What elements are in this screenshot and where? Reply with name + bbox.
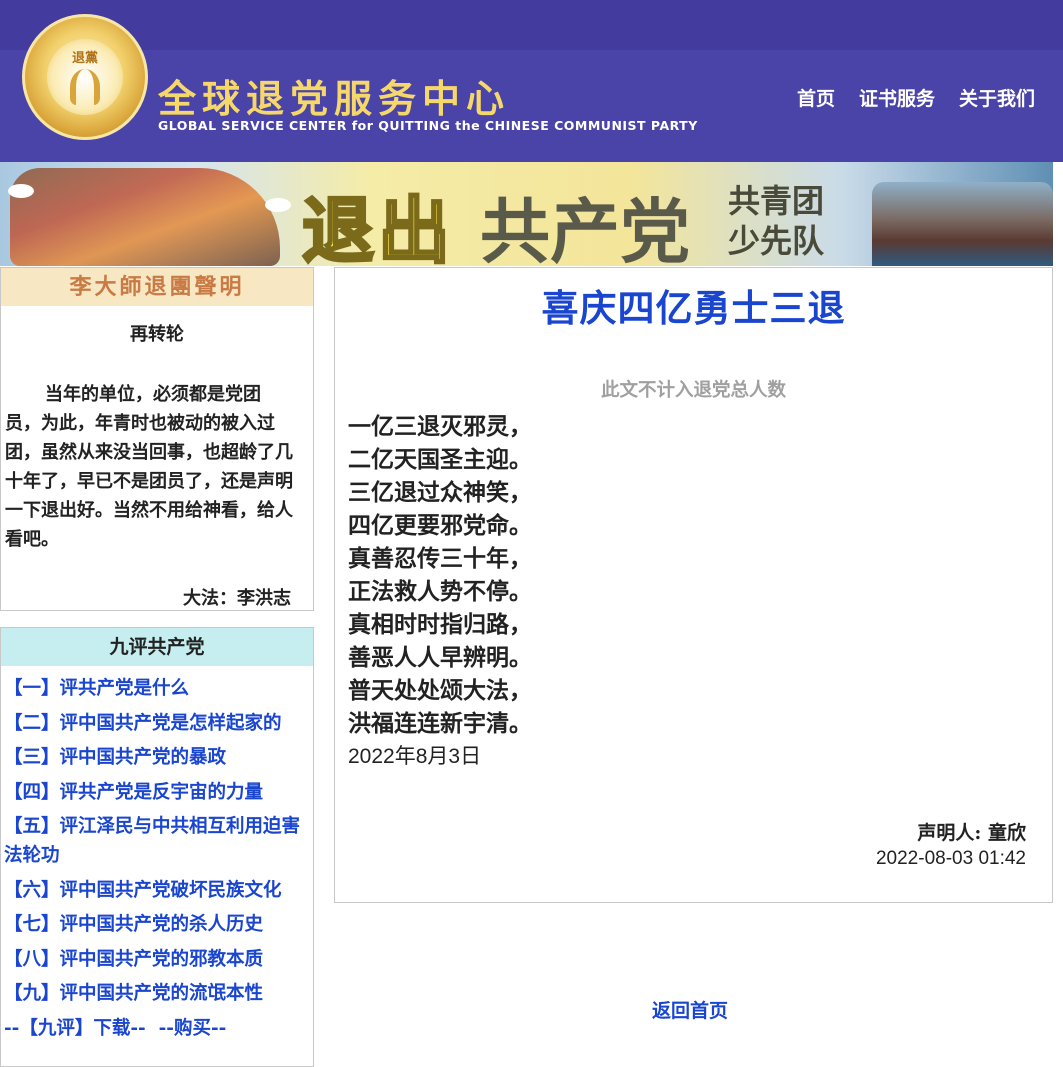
poem-line: 三亿退过众神笑，: [348, 479, 532, 506]
article-note: 此文不计入退党总人数: [600, 380, 786, 401]
article-poem: 一亿三退灭邪灵， 二亿天国圣主迎。 三亿退过众神笑， 四亿更要邪党命。 真善忍传…: [335, 410, 1052, 773]
poem-line: 真善忍传三十年，: [348, 545, 532, 572]
commentary-link-2[interactable]: 【二】评中国共产党是怎样起家的: [4, 709, 309, 738]
article-panel: 喜庆四亿勇士三退 此文不计入退党总人数 一亿三退灭邪灵， 二亿天国圣主迎。 三亿…: [334, 267, 1053, 903]
nav-home-link[interactable]: 首页: [797, 84, 835, 111]
poem-line: 洪福连连新宇清。: [348, 710, 532, 737]
banner-text-pioneers: 少先队: [728, 222, 825, 260]
nine-commentaries-list: 【一】评共产党是什么 【二】评中国共产党是怎样起家的 【三】评中国共产党的暴政 …: [1, 674, 313, 1008]
nine-commentaries-heading: 九评共产党: [1, 628, 313, 666]
commentary-link-8[interactable]: 【八】评中国共产党的邪教本质: [4, 945, 309, 974]
quit-ccp-banner: 退出 共产党 共青团 少先队: [0, 162, 1053, 266]
poem-line: 二亿天国圣主迎。: [348, 446, 532, 473]
commentary-link-1[interactable]: 【一】评共产党是什么: [4, 674, 309, 703]
commentary-link-9[interactable]: 【九】评中国共产党的流氓本性: [4, 979, 309, 1008]
article-title: 喜庆四亿勇士三退: [541, 286, 846, 330]
commentary-link-3[interactable]: 【三】评中国共产党的暴政: [4, 743, 309, 772]
commentaries-download-row: --【九评】下载-- --购买--: [1, 1014, 313, 1043]
statement-signature: 大法：李洪志: [183, 588, 291, 609]
site-logo-seal[interactable]: 退黨: [22, 14, 148, 140]
nav-certificate-link[interactable]: 证书服务: [859, 84, 935, 111]
commentary-link-6[interactable]: 【六】评中国共产党破坏民族文化: [4, 876, 309, 905]
banner-text-party: 共产党: [480, 190, 690, 266]
poem-line: 一亿三退灭邪灵，: [348, 413, 532, 440]
poem-date: 2022年8月3日: [348, 745, 482, 768]
poem-line: 善恶人人早辨明。: [348, 644, 532, 671]
back-home-link[interactable]: 返回首页: [652, 996, 728, 1023]
poem-line: 四亿更要邪党命。: [348, 512, 532, 539]
poem-line: 真相时时指归路，: [348, 611, 532, 638]
statement-box-heading: 李大師退團聲明: [1, 268, 313, 306]
site-title-chinese: 全球退党服务中心: [158, 76, 511, 121]
top-nav: 首页 证书服务 关于我们: [797, 84, 1035, 111]
commentary-link-4[interactable]: 【四】评共产党是反宇宙的力量: [4, 778, 309, 807]
statement-subtitle: 再转轮: [130, 324, 184, 345]
commentaries-download-link[interactable]: --【九评】下载--: [4, 1018, 146, 1039]
poem-line: 普天处处颂大法，: [348, 677, 532, 704]
poem-line: 正法救人势不停。: [348, 578, 532, 605]
article-timestamp: 2022-08-03 01:42: [875, 848, 1026, 869]
dove-icon: [8, 184, 34, 198]
commentary-link-7[interactable]: 【七】评中国共产党的杀人历史: [4, 910, 309, 939]
article-signer: 声明人: 童欣: [917, 822, 1026, 844]
site-header: 退黨 全球退党服务中心 GLOBAL SERVICE CENTER for QU…: [0, 0, 1063, 162]
commentaries-buy-link[interactable]: --购买--: [159, 1018, 227, 1039]
header-top-strip: [0, 0, 1063, 50]
statement-box: 李大師退團聲明 再转轮 当年的单位，必须都是党团员，为此，年青时也被动的被入过团…: [0, 267, 314, 611]
nine-commentaries-box: 九评共产党 【一】评共产党是什么 【二】评中国共产党是怎样起家的 【三】评中国共…: [0, 627, 314, 1067]
nav-about-link[interactable]: 关于我们: [959, 84, 1035, 111]
logo-seal-text: 退黨: [71, 51, 98, 66]
banner-figures-illustration: [10, 168, 280, 266]
phoenix-icon: [70, 69, 100, 105]
dove-icon: [265, 198, 291, 212]
banner-text-quit: 退出: [300, 187, 455, 267]
site-title-english: GLOBAL SERVICE CENTER for QUITTING the C…: [158, 118, 698, 133]
sinking-ship-illustration: [872, 182, 1053, 266]
statement-body: 当年的单位，必须都是党团员，为此，年青时也被动的被入过团，虽然从来没当回事，也超…: [5, 384, 293, 550]
commentary-link-5[interactable]: 【五】评江泽民与中共相互利用迫害法轮功: [4, 812, 309, 870]
